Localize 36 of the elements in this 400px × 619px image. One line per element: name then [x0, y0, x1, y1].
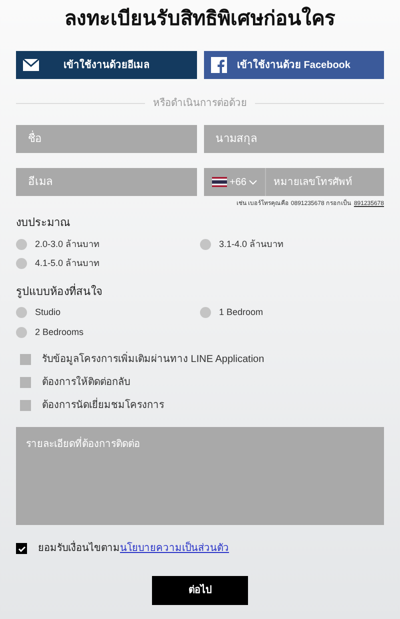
privacy-policy-link[interactable]: นโยบายความเป็นส่วนตัว [120, 543, 229, 554]
facebook-login-button[interactable]: เข้าใช้งานด้วย Facebook [204, 51, 384, 79]
group-label: รูปแบบห้องที่สนใจ [16, 284, 103, 300]
consent-checkbox[interactable] [16, 543, 27, 554]
radio-option[interactable]: 2 Bedrooms [16, 326, 84, 339]
last-name-field[interactable]: นามสกุล [204, 125, 384, 153]
consent-text: ยอมรับเงื่อนไขตามนโยบายความเป็นส่วนตัว [38, 541, 229, 556]
radio-button[interactable] [16, 238, 27, 250]
radio-option[interactable]: 2.0-3.0 ล้านบาท [16, 238, 100, 251]
envelope-icon [23, 59, 39, 71]
checkbox-option[interactable]: รับข้อมูลโครงการเพิ่มเติมผ่านทาง LINE Application [20, 352, 384, 367]
radio-button[interactable] [16, 326, 27, 338]
page-title: ลงทะเบียนรับสิทธิพิเศษก่อนใคร [64, 6, 336, 32]
radio-button[interactable] [16, 307, 27, 318]
next-button[interactable]: ต่อไป [152, 576, 248, 605]
group-label: งบประมาณ [16, 216, 71, 231]
radio-option[interactable]: 3.1-4.0 ล้านบาท [200, 238, 284, 251]
checkbox[interactable] [20, 354, 31, 365]
first-name-field[interactable]: ชื่อ [16, 125, 196, 153]
divider-text: หรือดำเนินการต่อด้วย [153, 96, 247, 111]
checkbox[interactable] [20, 377, 31, 388]
radio-option[interactable]: Studio [16, 306, 61, 320]
details-field[interactable]: รายละเอียดที่ต้องการติดต่อ [16, 427, 384, 525]
checkbox-option[interactable]: ต้องการให้ติดต่อกลับ [20, 375, 384, 390]
radio-button[interactable] [16, 258, 27, 270]
radio-option[interactable]: 4.1-5.0 ล้านบาท [16, 257, 100, 270]
facebook-icon [210, 57, 226, 73]
radio-option[interactable]: 1 Bedroom [200, 306, 264, 320]
checkbox-option[interactable]: ต้องการนัดเยี่ยมชมโครงการ [20, 398, 384, 413]
thailand-flag-icon [212, 177, 226, 187]
email-field[interactable]: อีเมล [16, 168, 196, 196]
radio-button[interactable] [200, 238, 211, 250]
email-login-button[interactable]: เข้าใช้งานด้วยอีเมล [16, 51, 196, 79]
checkbox[interactable] [20, 400, 31, 411]
radio-button[interactable] [200, 307, 211, 318]
chevron-down-icon [249, 180, 258, 184]
